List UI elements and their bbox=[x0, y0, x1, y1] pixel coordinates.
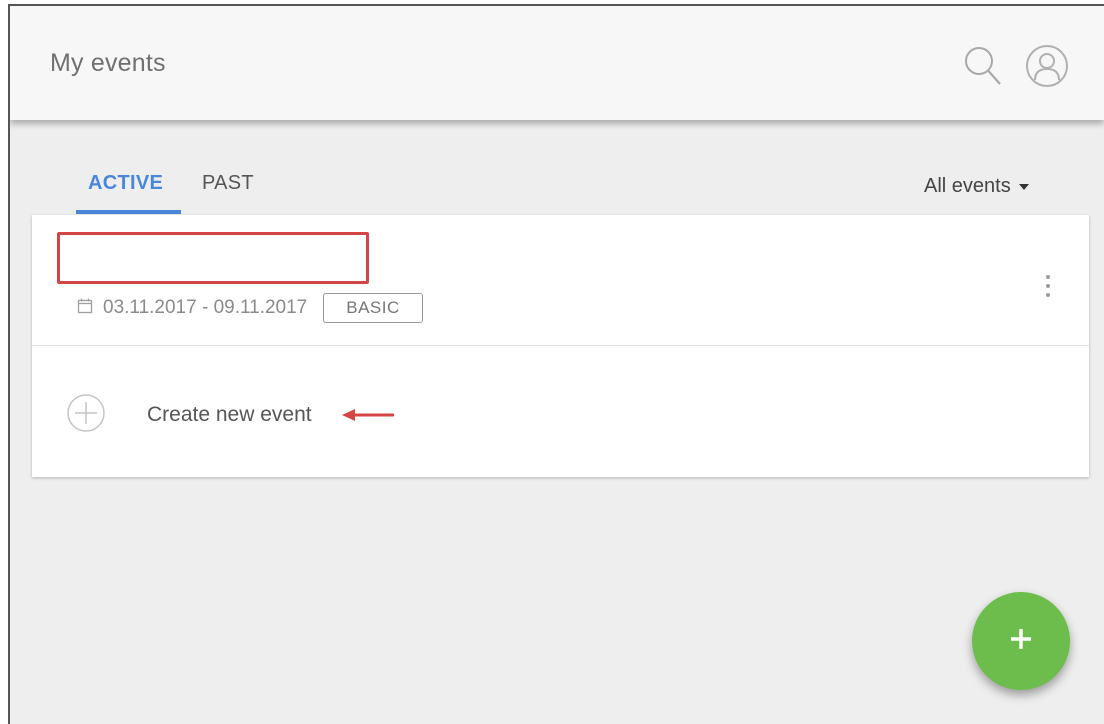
events-filter-dropdown[interactable]: All events bbox=[924, 175, 1029, 198]
app-bar: My events bbox=[10, 6, 1104, 120]
plan-badge: BASIC bbox=[323, 293, 423, 323]
add-event-fab[interactable] bbox=[972, 592, 1070, 690]
search-icon[interactable] bbox=[963, 44, 1003, 93]
event-meta: 03.11.2017 - 09.11.2017 BASIC bbox=[77, 292, 423, 324]
events-filter-label: All events bbox=[924, 175, 1011, 197]
page-title: My events bbox=[50, 49, 166, 77]
create-event-row[interactable]: Create new event bbox=[32, 346, 1089, 477]
active-tab-indicator bbox=[76, 210, 181, 214]
tab-bar: ACTIVE PAST All events bbox=[10, 166, 1104, 216]
app-window: My events ACTIVE PAST All events 03.11.2… bbox=[8, 4, 1104, 724]
account-icon[interactable] bbox=[1025, 44, 1069, 93]
calendar-icon bbox=[77, 298, 93, 319]
tab-past[interactable]: PAST bbox=[202, 172, 254, 195]
create-event-label: Create new event bbox=[147, 403, 312, 426]
more-vert-icon[interactable] bbox=[1038, 271, 1058, 301]
annotation-highlight-box bbox=[57, 232, 369, 284]
annotation-arrow-icon bbox=[340, 406, 396, 429]
plus-icon bbox=[1009, 627, 1033, 656]
events-card: 03.11.2017 - 09.11.2017 BASIC Create new… bbox=[32, 215, 1089, 477]
event-item[interactable]: 03.11.2017 - 09.11.2017 BASIC bbox=[32, 215, 1089, 345]
caret-down-icon bbox=[1018, 183, 1029, 190]
tab-active[interactable]: ACTIVE bbox=[88, 172, 163, 195]
event-dates: 03.11.2017 - 09.11.2017 bbox=[103, 297, 308, 318]
plus-circle-icon bbox=[66, 393, 106, 438]
